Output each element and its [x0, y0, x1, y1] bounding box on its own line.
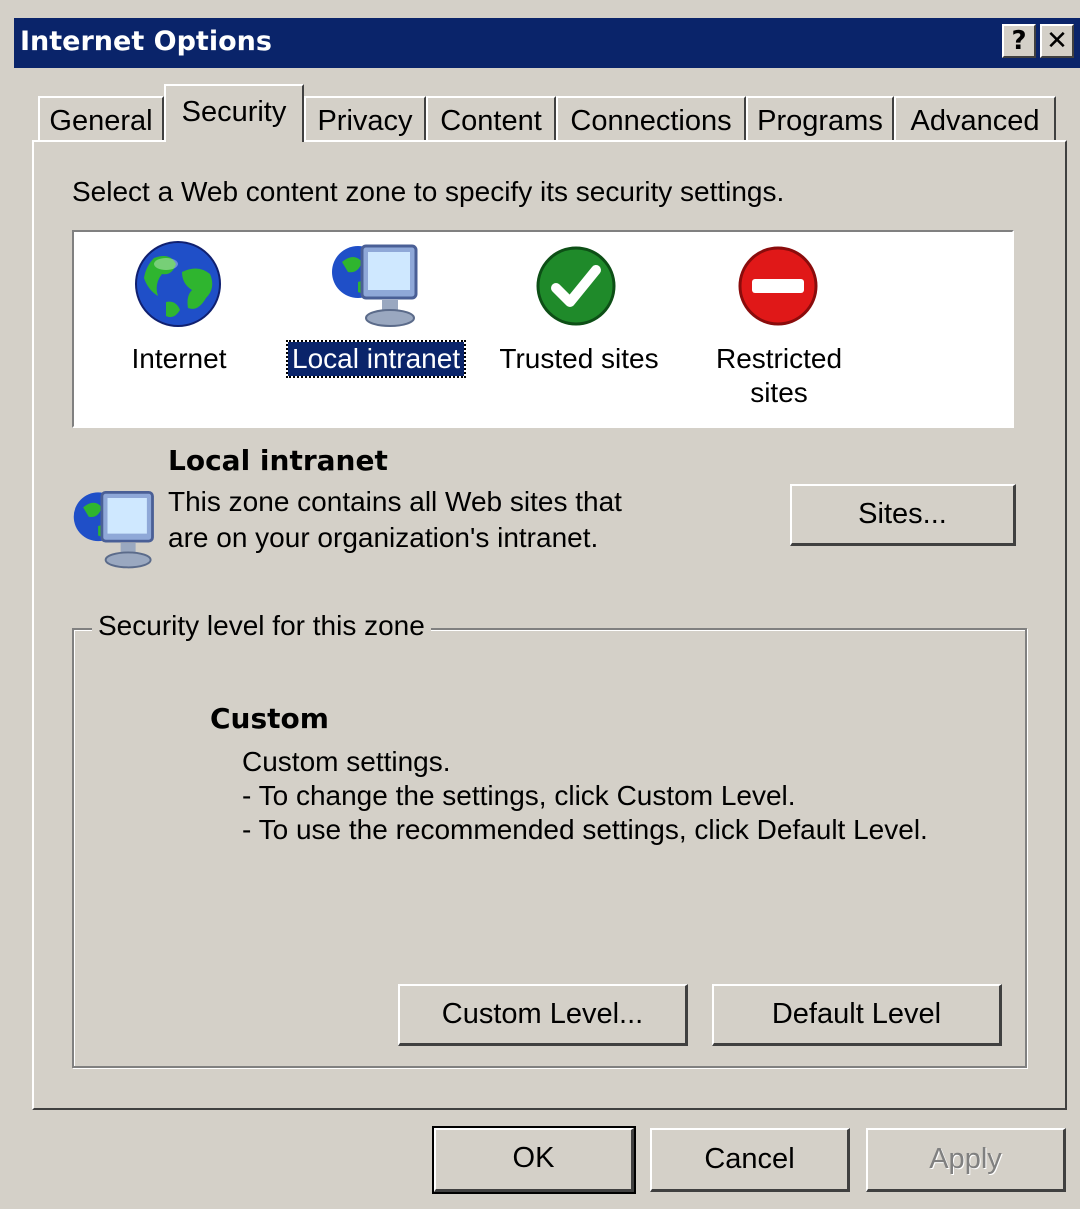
- tab-content[interactable]: Content: [426, 96, 556, 142]
- default-level-button[interactable]: Default Level: [712, 984, 1002, 1046]
- apply-button[interactable]: Apply: [866, 1128, 1066, 1192]
- zone-label-trusted-sites: Trusted sites: [499, 343, 659, 374]
- security-level-group-label: Security level for this zone: [92, 610, 431, 642]
- tab-security[interactable]: Security: [164, 84, 304, 142]
- selected-zone-description-line1: This zone contains all Web sites that: [168, 486, 622, 517]
- zone-internet[interactable]: Internet: [114, 238, 244, 418]
- intranet-computer-icon: [332, 244, 418, 327]
- selected-zone-name: Local intranet: [168, 444, 388, 477]
- cancel-button[interactable]: Cancel: [650, 1128, 850, 1192]
- tab-connections[interactable]: Connections: [556, 96, 746, 142]
- zone-instruction: Select a Web content zone to specify its…: [72, 176, 785, 207]
- security-level-name: Custom: [210, 702, 329, 735]
- security-level-detail-2: - To change the settings, click Custom L…: [242, 780, 796, 811]
- custom-level-button[interactable]: Custom Level...: [398, 984, 688, 1046]
- zone-restricted-sites[interactable]: Restricted sites: [694, 238, 864, 418]
- window-title: Internet Options: [20, 26, 272, 57]
- zone-local-intranet[interactable]: Local intranet: [284, 238, 470, 418]
- security-level-detail-1: Custom settings.: [242, 746, 451, 777]
- zone-label-internet: Internet: [131, 343, 227, 374]
- no-entry-icon: [738, 246, 818, 326]
- globe-icon: [135, 241, 221, 327]
- security-level-detail-3: - To use the recommended settings, click…: [242, 814, 928, 845]
- selected-zone-description-line2: are on your organization's intranet.: [168, 522, 599, 553]
- selected-zone-icon: [73, 490, 154, 569]
- zone-list[interactable]: Internet Local intranet Trusted sites Re…: [72, 230, 1014, 428]
- tab-programs[interactable]: Programs: [746, 96, 894, 142]
- tab-advanced[interactable]: Advanced: [894, 96, 1056, 142]
- internet-options-window: Internet Options ? ✕ General Security Pr…: [0, 0, 1080, 1209]
- sites-button[interactable]: Sites...: [790, 484, 1016, 546]
- ok-button[interactable]: OK: [432, 1126, 636, 1194]
- checkmark-icon: [536, 246, 616, 326]
- tab-general[interactable]: General: [38, 96, 164, 142]
- zone-label-restricted-line1: Restricted: [715, 343, 843, 374]
- zone-label-restricted-line2: sites: [750, 377, 808, 408]
- zone-trusted-sites[interactable]: Trusted sites: [484, 238, 674, 418]
- help-button[interactable]: ?: [1002, 24, 1036, 58]
- tab-privacy[interactable]: Privacy: [304, 96, 426, 142]
- zone-label-local-intranet: Local intranet: [285, 340, 467, 378]
- title-bar[interactable]: Internet Options ? ✕: [14, 18, 1080, 68]
- close-button[interactable]: ✕: [1040, 24, 1074, 58]
